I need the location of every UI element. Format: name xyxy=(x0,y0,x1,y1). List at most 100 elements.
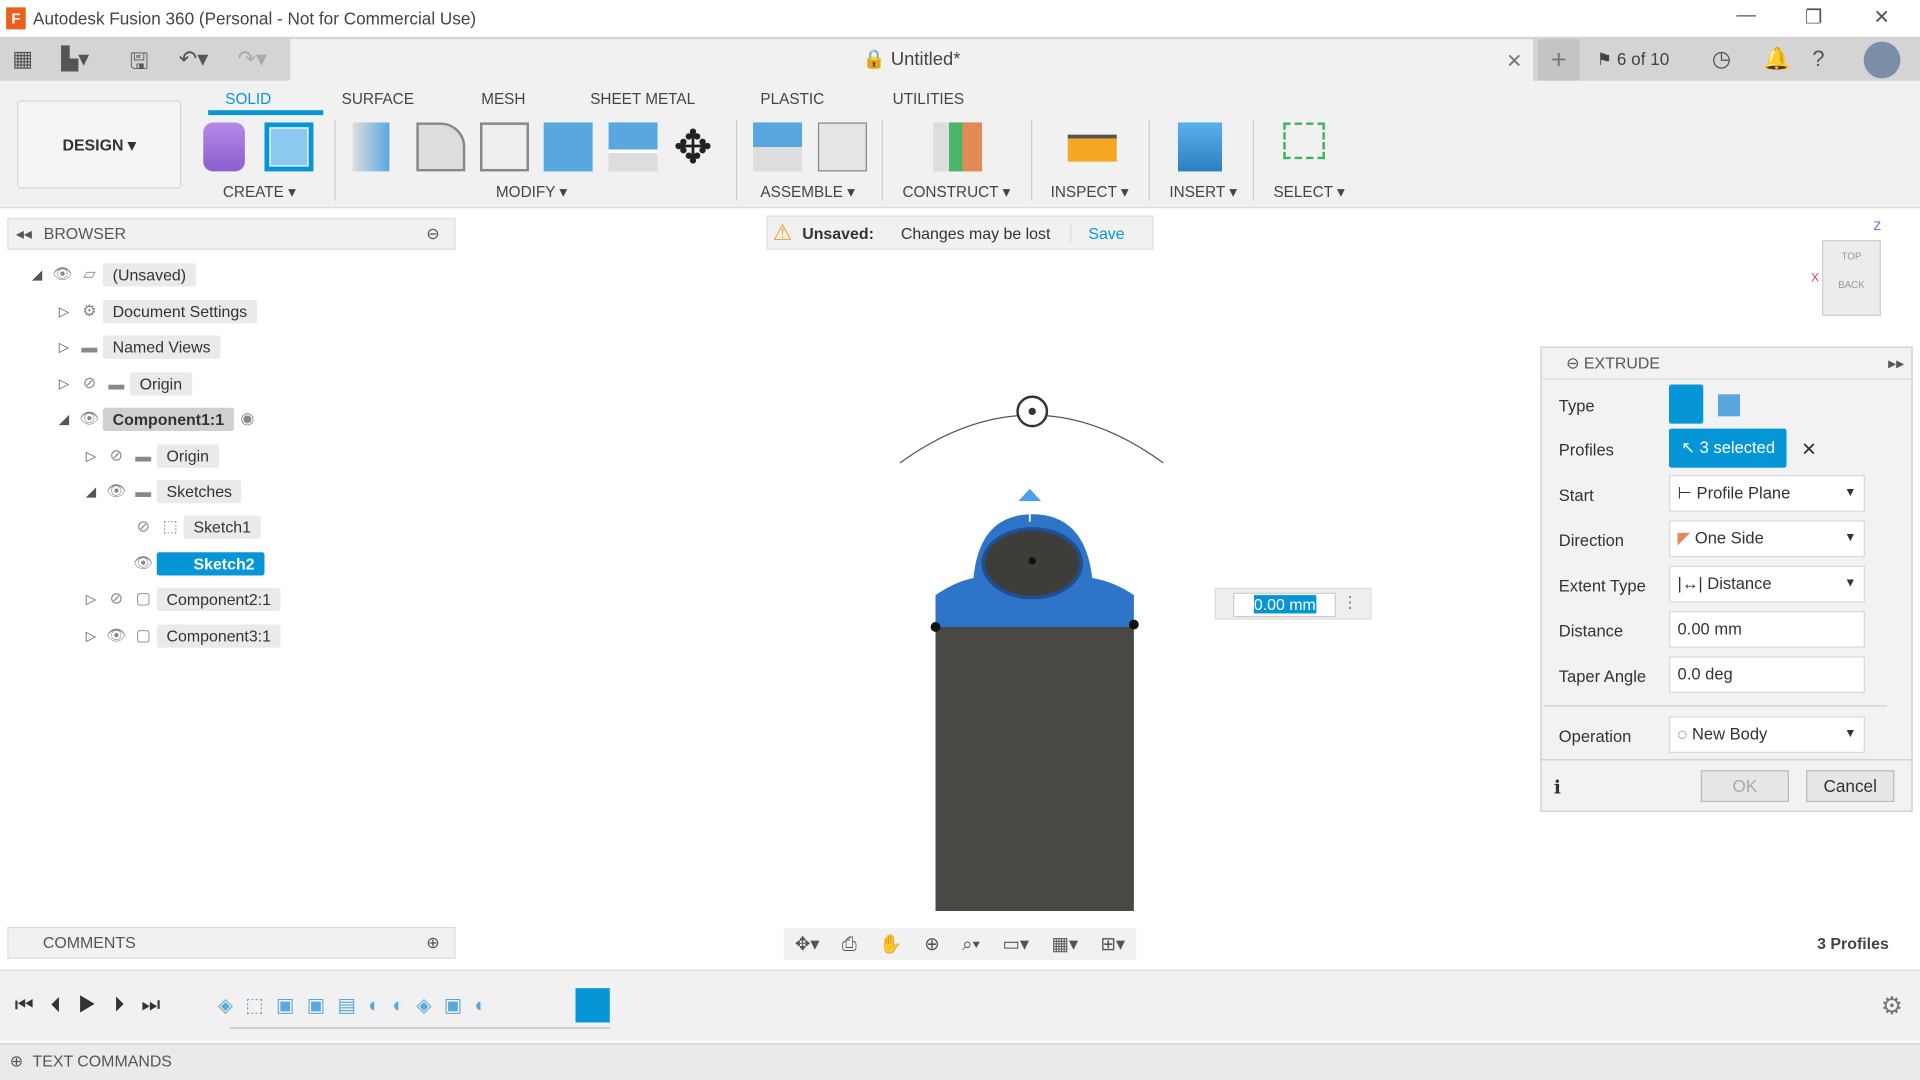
expand-icon[interactable]: ⊕ xyxy=(10,1052,23,1070)
save-icon[interactable]: 🖫 xyxy=(130,47,149,84)
new-component-icon[interactable] xyxy=(203,122,245,172)
look-at-icon[interactable]: ⎙ xyxy=(842,934,857,955)
workspace-switcher[interactable]: DESIGN ▾ xyxy=(17,100,182,189)
fillet-icon[interactable] xyxy=(416,122,466,172)
tab-plastic[interactable]: PLASTIC xyxy=(760,91,824,108)
prev-icon[interactable]: ⏴ xyxy=(51,993,79,1016)
add-comment-icon[interactable]: ⊕ xyxy=(426,928,439,957)
minimize-button[interactable]: — xyxy=(1736,5,1756,27)
group-inspect[interactable]: INSPECT ▾ xyxy=(1051,182,1129,201)
timeline-settings-icon[interactable]: ⚙ xyxy=(1881,991,1903,1022)
viewcube-back[interactable]: BACK xyxy=(1823,279,1879,290)
tree-item-origin[interactable]: ▷ ⊘ ▬ Origin xyxy=(59,369,192,398)
taper-field[interactable]: 0.0 deg xyxy=(1668,656,1865,694)
grid-icon[interactable]: ▦▾ xyxy=(1051,933,1078,955)
timeline-features[interactable]: ◈⬚▣▣▤◐◐◈▣◐ xyxy=(218,993,499,1017)
move-icon[interactable]: ✥ xyxy=(673,120,712,175)
more-options-icon[interactable]: ⋮ xyxy=(1342,593,1358,613)
model-viewport[interactable] xyxy=(882,392,1176,919)
expand-dialog-icon[interactable]: ▸▸ xyxy=(1888,348,1904,379)
joint-icon[interactable] xyxy=(817,122,867,172)
cancel-button[interactable]: Cancel xyxy=(1806,770,1895,803)
close-button[interactable]: ✕ xyxy=(1873,5,1889,29)
tree-root[interactable]: ◢ 👁 ▱ (Unsaved) xyxy=(32,260,196,289)
last-icon[interactable]: ⏭ xyxy=(141,993,177,1016)
direction-dropdown[interactable]: ◤ One Side ▼ xyxy=(1668,520,1865,558)
offset-plane-icon[interactable] xyxy=(933,122,983,172)
expand-triangle-icon[interactable]: ▷ xyxy=(86,628,103,644)
collapse-icon[interactable]: ◂◂ xyxy=(16,224,32,242)
viewcube-top[interactable]: TOP xyxy=(1823,251,1879,262)
eye-icon[interactable]: 👁 xyxy=(130,553,157,573)
new-tab-button[interactable]: + xyxy=(1537,39,1580,81)
expand-triangle-icon[interactable]: ▷ xyxy=(86,448,103,464)
shell-icon[interactable] xyxy=(480,122,529,172)
first-icon[interactable]: ⏮ xyxy=(15,993,51,1016)
orbit-icon[interactable]: ✥▾ xyxy=(795,933,820,955)
timeline-current-feature[interactable] xyxy=(575,988,610,1023)
expand-triangle-icon[interactable]: ▷ xyxy=(86,591,103,607)
ok-button[interactable]: OK xyxy=(1700,770,1789,803)
comments-panel[interactable]: COMMENTS ⊕ xyxy=(7,926,456,959)
distance-field[interactable]: 0.00 mm xyxy=(1668,611,1865,648)
apps-grid-icon[interactable]: ▦ xyxy=(12,47,33,73)
clear-selection-icon[interactable]: ✕ xyxy=(1801,438,1816,461)
eye-icon[interactable]: 👁 xyxy=(103,626,130,646)
tree-item-component2[interactable]: ▷ ⊘ ▢ Component2:1 xyxy=(86,584,281,613)
minimize-panel-icon[interactable]: ⊖ xyxy=(426,219,439,248)
tree-item-component3[interactable]: ▷ 👁 ▢ Component3:1 xyxy=(86,621,281,650)
play-icon[interactable]: ▶ xyxy=(78,993,114,1016)
select-window-icon[interactable] xyxy=(1283,122,1325,160)
eye-hidden-icon[interactable]: ⊘ xyxy=(76,373,103,393)
undo-icon[interactable]: ↶▾ xyxy=(179,47,209,73)
eye-hidden-icon[interactable]: ⊘ xyxy=(103,589,130,609)
tree-item-sketch1[interactable]: ⊘ ⬚ Sketch1 xyxy=(130,512,261,541)
tree-item-sketches[interactable]: ◢ 👁 ▬ Sketches xyxy=(86,476,242,505)
document-tab[interactable]: 🔒 Untitled* xyxy=(290,39,1534,81)
profiles-selection[interactable]: ↖ 3 selected xyxy=(1668,428,1787,468)
close-tab-icon[interactable]: ✕ xyxy=(1506,49,1522,73)
job-status[interactable]: ⚑ 6 of 10 xyxy=(1597,49,1670,70)
combine-icon[interactable] xyxy=(543,122,593,172)
pan-icon[interactable]: ✋ xyxy=(879,933,902,955)
group-assemble[interactable]: ASSEMBLE ▾ xyxy=(760,182,854,201)
insert-image-icon[interactable] xyxy=(1177,122,1223,172)
file-menu-icon[interactable]: ▙▾ xyxy=(61,47,89,73)
group-select[interactable]: SELECT ▾ xyxy=(1273,182,1344,201)
type-thin-button[interactable] xyxy=(1717,394,1741,417)
split-body-icon[interactable] xyxy=(608,122,658,172)
group-create[interactable]: CREATE ▾ xyxy=(223,182,296,201)
notification-bell-icon[interactable]: 🔔 xyxy=(1763,47,1790,73)
operation-dropdown[interactable]: ◌ New Body ▼ xyxy=(1668,716,1865,754)
text-commands-bar[interactable]: ⊕ TEXT COMMANDS xyxy=(0,1043,1920,1080)
info-icon[interactable]: ℹ xyxy=(1554,776,1561,799)
eye-hidden-icon[interactable]: ⊘ xyxy=(103,446,130,466)
tab-mesh[interactable]: MESH xyxy=(481,91,525,108)
start-dropdown[interactable]: ⊢ Profile Plane ▼ xyxy=(1668,475,1865,512)
collapse-triangle-icon[interactable]: ◢ xyxy=(32,266,49,283)
tab-sheet-metal[interactable]: SHEET METAL xyxy=(590,91,695,108)
new-component-assemble-icon[interactable] xyxy=(753,122,803,172)
zoom-icon[interactable]: ⊕ xyxy=(924,933,939,955)
restore-button[interactable]: ❐ xyxy=(1805,5,1823,29)
eye-hidden-icon[interactable]: ⊘ xyxy=(130,517,157,537)
tab-utilities[interactable]: UTILITIES xyxy=(893,91,964,108)
group-construct[interactable]: CONSTRUCT ▾ xyxy=(902,182,1010,201)
extent-dropdown[interactable]: |↔| Distance ▼ xyxy=(1668,565,1865,603)
expand-triangle-icon[interactable]: ▷ xyxy=(59,375,76,392)
expand-triangle-icon[interactable]: ▷ xyxy=(59,303,76,319)
display-settings-icon[interactable]: ▭▾ xyxy=(1003,933,1030,955)
avatar[interactable] xyxy=(1863,41,1901,79)
tree-item-component1[interactable]: ◢ 👁 Component1:1 ◉ xyxy=(59,404,261,433)
eye-icon[interactable]: 👁 xyxy=(76,409,103,429)
fit-icon[interactable]: ⌕▾ xyxy=(962,934,980,955)
extrude-tool-icon[interactable] xyxy=(264,122,314,172)
activate-radio-icon[interactable]: ◉ xyxy=(234,409,261,429)
distance-input[interactable]: 0.00 mm xyxy=(1233,592,1336,618)
eye-icon[interactable]: 👁 xyxy=(103,481,130,501)
clock-icon[interactable]: ◷ xyxy=(1712,47,1731,73)
tree-item-document-settings[interactable]: ▷ ⚙ Document Settings xyxy=(59,296,257,325)
viewports-icon[interactable]: ⊞▾ xyxy=(1100,933,1125,955)
tree-item-sketch2[interactable]: 👁 Sketch2 xyxy=(130,549,265,578)
save-button[interactable]: Save xyxy=(1069,223,1125,242)
